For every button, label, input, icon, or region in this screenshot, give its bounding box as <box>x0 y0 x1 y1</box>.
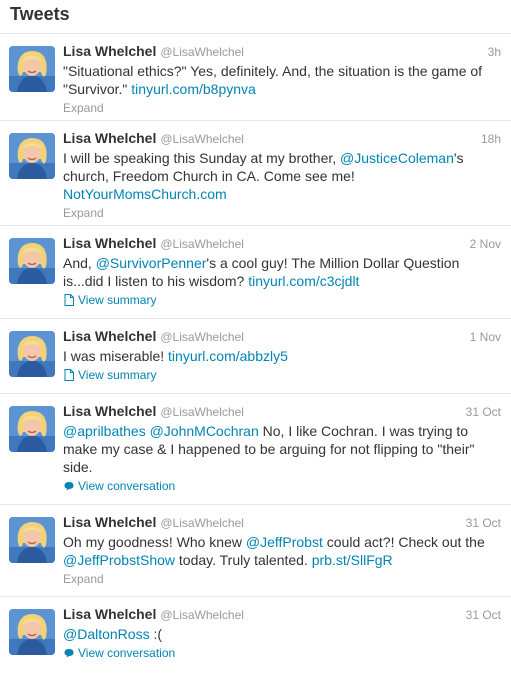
avatar[interactable] <box>9 133 55 179</box>
action-label: View conversation <box>78 646 176 660</box>
tweet-timestamp[interactable]: 1 Nov <box>470 330 501 344</box>
mention-link[interactable]: @DaltonRoss <box>63 626 150 642</box>
tweet-timestamp[interactable]: 3h <box>488 45 501 59</box>
tweet-text-segment: "Situational ethics?" Yes, definitely. A… <box>63 63 483 97</box>
author-name[interactable]: Lisa Whelchel <box>63 514 156 530</box>
tweet-header: Lisa Whelchel @LisaWhelchel 3h <box>63 43 501 61</box>
tweet-link[interactable]: prb.st/SllFgR <box>312 552 393 568</box>
tweet-header: Lisa Whelchel @LisaWhelchel 31 Oct <box>63 606 501 624</box>
mention-link[interactable]: @JohnMCochran <box>150 423 259 439</box>
conversation-icon <box>63 647 75 659</box>
tweet-text-segment: :( <box>149 626 163 642</box>
author-handle[interactable]: @LisaWhelchel <box>160 45 244 59</box>
conversation-icon <box>63 480 75 492</box>
author-handle[interactable]: @LisaWhelchel <box>160 132 244 146</box>
tweet-text: @aprilbathes @JohnMCochran No, I like Co… <box>63 422 501 476</box>
author-handle[interactable]: @LisaWhelchel <box>160 405 244 419</box>
tweet-text-segment: could act?! Check out the <box>322 534 485 550</box>
tweet-timestamp[interactable]: 2 Nov <box>470 237 501 251</box>
tweet-header: Lisa Whelchel @LisaWhelchel 31 Oct <box>63 403 501 421</box>
author-handle[interactable]: @LisaWhelchel <box>160 330 244 344</box>
tweet-text-segment: And, <box>63 255 96 271</box>
author-name[interactable]: Lisa Whelchel <box>63 328 156 344</box>
author-handle[interactable]: @LisaWhelchel <box>160 608 244 622</box>
avatar[interactable] <box>9 609 55 655</box>
tweet-item[interactable]: Lisa Whelchel @LisaWhelchel 1 Nov I was mis… <box>0 319 511 394</box>
author-name[interactable]: Lisa Whelchel <box>63 235 156 251</box>
author-name[interactable]: Lisa Whelchel <box>63 606 156 622</box>
tweet-text: I will be speaking this Sunday at my bro… <box>63 149 501 203</box>
action-label: View summary <box>78 293 157 307</box>
avatar[interactable] <box>9 46 55 92</box>
summary-icon <box>63 294 75 306</box>
author-handle[interactable]: @LisaWhelchel <box>160 237 244 251</box>
action-label: View conversation <box>78 479 176 493</box>
mention-link[interactable]: @JeffProbst <box>246 534 323 550</box>
avatar[interactable] <box>9 238 55 284</box>
tweets-header: Tweets <box>0 0 511 34</box>
tweet-text-segment: I was miserable! <box>63 348 169 364</box>
tweet-text: Oh my goodness! Who knew @JeffProbst cou… <box>63 533 501 569</box>
avatar[interactable] <box>9 331 55 377</box>
action-label: Expand <box>63 206 104 220</box>
author-handle[interactable]: @LisaWhelchel <box>160 516 244 530</box>
expand-link[interactable]: Expand <box>63 205 501 221</box>
tweet-header: Lisa Whelchel @LisaWhelchel 1 Nov <box>63 328 501 346</box>
mention-link[interactable]: @JeffProbstShow <box>63 552 175 568</box>
tweet-feed: Lisa Whelchel @LisaWhelchel 3h "Situational… <box>0 34 511 683</box>
author-name[interactable]: Lisa Whelchel <box>63 43 156 59</box>
view-summary-link[interactable]: View summary <box>63 292 501 308</box>
tweet-link[interactable]: NotYourMomsChurch.com <box>63 186 227 202</box>
mention-link[interactable]: @JusticeColeman <box>340 150 454 166</box>
tweet-link[interactable]: tinyurl.com/c3cjdlt <box>248 273 359 289</box>
action-label: Expand <box>63 572 104 586</box>
tweet-timestamp[interactable]: 31 Oct <box>466 516 501 530</box>
view-conversation-link[interactable]: View conversation <box>63 645 501 661</box>
tweet-text-segment: today. Truly talented. <box>175 552 312 568</box>
expand-link[interactable]: Expand <box>63 571 501 587</box>
author-name[interactable]: Lisa Whelchel <box>63 403 156 419</box>
page-title: Tweets <box>10 4 70 24</box>
author-name[interactable]: Lisa Whelchel <box>63 130 156 146</box>
tweet-item[interactable]: Lisa Whelchel @LisaWhelchel 18h I will be s… <box>0 121 511 226</box>
tweet-timestamp[interactable]: 18h <box>481 132 501 146</box>
tweet-header: Lisa Whelchel @LisaWhelchel 18h <box>63 130 501 148</box>
mention-link[interactable]: @aprilbathes <box>63 423 146 439</box>
tweet-text-segment: Oh my goodness! Who knew <box>63 534 246 550</box>
action-label: View summary <box>78 368 157 382</box>
view-summary-link[interactable]: View summary <box>63 367 501 383</box>
tweet-header: Lisa Whelchel @LisaWhelchel 31 Oct <box>63 514 501 532</box>
action-label: Expand <box>63 101 104 115</box>
tweet-item[interactable]: Lisa Whelchel @LisaWhelchel 31 Oct @DaltonR… <box>0 597 511 683</box>
tweet-timestamp[interactable]: 31 Oct <box>466 405 501 419</box>
tweet-text: I was miserable! tinyurl.com/abbzly5 <box>63 347 501 365</box>
tweet-link[interactable]: tinyurl.com/b8pynva <box>131 81 256 97</box>
tweet-text-segment: I will be speaking this Sunday at my bro… <box>63 150 341 166</box>
tweet-text: @DaltonRoss :( <box>63 625 501 643</box>
tweet-item[interactable]: Lisa Whelchel @LisaWhelchel 2 Nov And, @Sur… <box>0 226 511 319</box>
mention-link[interactable]: @SurvivorPenner <box>96 255 207 271</box>
view-conversation-link[interactable]: View conversation <box>63 478 501 494</box>
avatar[interactable] <box>9 406 55 452</box>
tweet-timestamp[interactable]: 31 Oct <box>466 608 501 622</box>
summary-icon <box>63 369 75 381</box>
tweet-text: And, @SurvivorPenner's a cool guy! The M… <box>63 254 501 290</box>
tweet-item[interactable]: Lisa Whelchel @LisaWhelchel 31 Oct @aprilba… <box>0 394 511 505</box>
tweet-header: Lisa Whelchel @LisaWhelchel 2 Nov <box>63 235 501 253</box>
tweet-link[interactable]: tinyurl.com/abbzly5 <box>168 348 288 364</box>
tweet-item[interactable]: Lisa Whelchel @LisaWhelchel 31 Oct Oh my go… <box>0 505 511 597</box>
expand-link[interactable]: Expand <box>63 100 501 116</box>
tweet-text: "Situational ethics?" Yes, definitely. A… <box>63 62 501 98</box>
tweet-item[interactable]: Lisa Whelchel @LisaWhelchel 3h "Situational… <box>0 34 511 121</box>
avatar[interactable] <box>9 517 55 563</box>
